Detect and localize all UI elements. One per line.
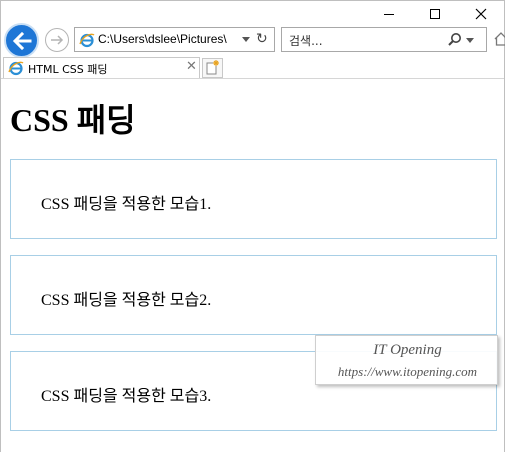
- forward-button[interactable]: [45, 28, 69, 52]
- refresh-icon[interactable]: ↻: [256, 31, 268, 47]
- back-arrow-icon: [12, 31, 31, 50]
- navigation-bar: C:\Users\dslee\Pictures\ ↻ 검색...: [1, 23, 505, 58]
- ie-icon: [8, 61, 24, 76]
- minimize-icon: [384, 13, 394, 15]
- ie-icon: [79, 33, 95, 48]
- browser-window: C:\Users\dslee\Pictures\ ↻ 검색... HTML CS…: [0, 0, 505, 452]
- home-icon[interactable]: [494, 31, 505, 47]
- new-tab-icon: [206, 60, 219, 75]
- padding-box-text: CSS 패딩을 적용한 모습2.: [41, 292, 212, 309]
- maximize-icon: [430, 9, 440, 19]
- forward-arrow-icon: [51, 35, 64, 45]
- search-placeholder: 검색...: [289, 34, 323, 48]
- page-content: CSS 패딩 CSS 패딩을 적용한 모습1. CSS 패딩을 적용한 모습2.…: [1, 79, 504, 452]
- padding-box: CSS 패딩을 적용한 모습2.: [10, 255, 497, 335]
- search-icon[interactable]: [447, 32, 463, 48]
- tab-close-icon[interactable]: ✕: [186, 59, 197, 74]
- watermark-url: https://www.itopening.com: [337, 364, 478, 379]
- page-title: CSS 패딩: [10, 102, 136, 138]
- dropdown-icon[interactable]: [242, 37, 250, 42]
- address-text: C:\Users\dslee\Pictures\: [98, 32, 227, 46]
- tab-bar: HTML CSS 패딩 ✕: [1, 57, 504, 79]
- address-bar[interactable]: C:\Users\dslee\Pictures\ ↻: [74, 27, 275, 52]
- search-box[interactable]: 검색...: [281, 27, 487, 52]
- tab-title: HTML CSS 패딩: [28, 63, 108, 76]
- watermark-title: IT Opening: [373, 342, 442, 358]
- padding-box: CSS 패딩을 적용한 모습1.: [10, 159, 497, 239]
- padding-box-text: CSS 패딩을 적용한 모습3.: [41, 388, 212, 405]
- new-tab-button[interactable]: [202, 58, 223, 78]
- close-icon: [475, 8, 487, 20]
- watermark: IT Opening https://www.itopening.com: [315, 335, 498, 385]
- search-dropdown-icon[interactable]: [466, 38, 474, 43]
- padding-box-text: CSS 패딩을 적용한 모습1.: [41, 196, 212, 213]
- back-button[interactable]: [4, 23, 39, 58]
- tab-html-css-padding[interactable]: HTML CSS 패딩 ✕: [3, 57, 200, 78]
